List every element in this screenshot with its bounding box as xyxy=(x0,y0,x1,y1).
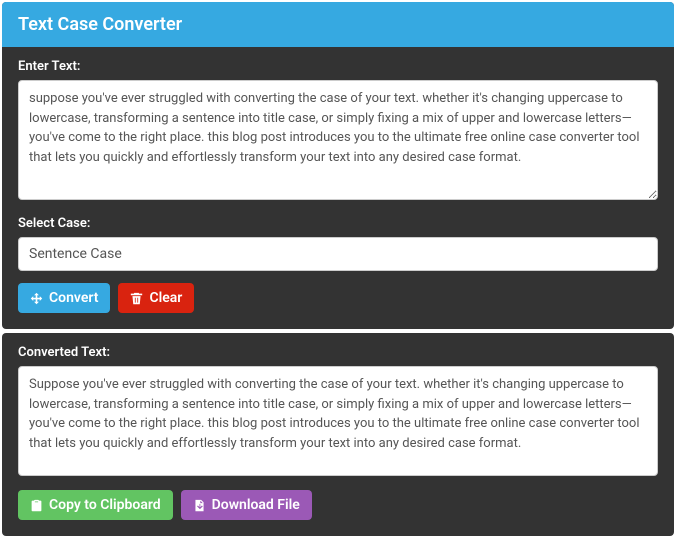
input-group: Enter Text: xyxy=(18,59,658,204)
output-label: Converted Text: xyxy=(18,345,658,360)
download-button[interactable]: Download File xyxy=(181,490,312,520)
action-buttons: Convert Clear xyxy=(18,283,658,313)
convert-label: Convert xyxy=(49,290,98,306)
clear-label: Clear xyxy=(149,290,182,306)
clear-button[interactable]: Clear xyxy=(118,283,194,313)
select-wrap: Sentence Case xyxy=(18,237,658,271)
select-label: Select Case: xyxy=(18,216,658,231)
select-group: Select Case: Sentence Case xyxy=(18,216,658,271)
main-panel: Text Case Converter Enter Text: Select C… xyxy=(2,2,674,329)
download-label: Download File xyxy=(212,497,300,513)
clipboard-icon xyxy=(30,499,43,512)
copy-label: Copy to Clipboard xyxy=(49,497,161,513)
swap-icon xyxy=(30,292,43,305)
panel-body: Enter Text: Select Case: Sentence Case C… xyxy=(2,47,674,329)
input-label: Enter Text: xyxy=(18,59,658,74)
panel-title: Text Case Converter xyxy=(2,2,674,47)
output-box[interactable]: Suppose you've ever struggled with conve… xyxy=(18,366,658,476)
input-textarea[interactable] xyxy=(18,80,658,200)
copy-button[interactable]: Copy to Clipboard xyxy=(18,490,173,520)
convert-button[interactable]: Convert xyxy=(18,283,110,313)
output-buttons: Copy to Clipboard Download File xyxy=(18,490,658,520)
output-section: Converted Text: Suppose you've ever stru… xyxy=(2,333,674,536)
trash-icon xyxy=(130,292,143,305)
case-select[interactable]: Sentence Case xyxy=(18,237,658,271)
download-icon xyxy=(193,499,206,512)
